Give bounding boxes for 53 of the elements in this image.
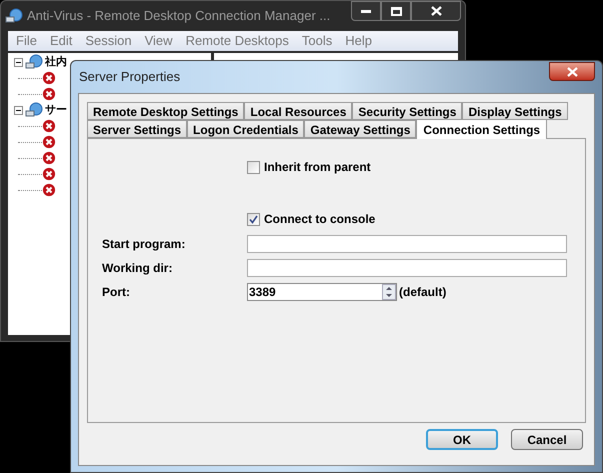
window-title: Anti-Virus - Remote Desktop Connection Manager ... bbox=[27, 7, 330, 26]
tab[interactable]: Security Settings bbox=[352, 102, 462, 120]
network-icon bbox=[25, 102, 43, 118]
menu-item[interactable]: Remote Desktops bbox=[186, 31, 289, 51]
error-icon bbox=[42, 119, 56, 133]
checkbox[interactable] bbox=[247, 212, 260, 226]
checkbox-label: Inherit from parent bbox=[264, 159, 371, 176]
menu-item[interactable]: Tools bbox=[302, 31, 332, 51]
tab[interactable]: Display Settings bbox=[462, 102, 568, 120]
minimize-button[interactable] bbox=[351, 1, 381, 21]
field-label: Start program: bbox=[102, 236, 186, 253]
checkbox[interactable] bbox=[247, 160, 260, 174]
ok-button[interactable]: OK bbox=[426, 429, 498, 450]
error-icon bbox=[42, 183, 56, 197]
error-icon bbox=[42, 151, 56, 165]
tree-item[interactable]: 社内 bbox=[45, 54, 67, 70]
close-button[interactable] bbox=[549, 62, 595, 81]
tab[interactable]: Server Settings bbox=[87, 120, 188, 138]
tab[interactable]: Local Resources bbox=[244, 102, 352, 120]
maximize-button[interactable] bbox=[381, 1, 411, 21]
cancel-button[interactable]: Cancel bbox=[511, 429, 583, 450]
menu-item[interactable]: View bbox=[144, 31, 173, 51]
port-value: 3389 bbox=[249, 284, 276, 301]
expander-icon[interactable] bbox=[14, 58, 23, 66]
field-label: Port: bbox=[102, 284, 131, 301]
tab[interactable]: Remote Desktop Settings bbox=[87, 102, 244, 120]
close-button[interactable] bbox=[411, 1, 461, 21]
network-icon bbox=[5, 8, 23, 24]
expander-icon[interactable] bbox=[14, 106, 23, 114]
tab[interactable]: Gateway Settings bbox=[304, 120, 416, 138]
menu-item[interactable]: Edit bbox=[50, 31, 72, 51]
tab[interactable]: Logon Credentials bbox=[187, 120, 304, 138]
tab[interactable]: Connection Settings bbox=[416, 119, 548, 139]
menu-item[interactable]: File bbox=[16, 31, 37, 51]
error-icon bbox=[42, 71, 56, 85]
field-label: Working dir: bbox=[102, 260, 174, 277]
close-icon bbox=[566, 66, 578, 76]
input-field[interactable] bbox=[247, 259, 567, 277]
menu-item[interactable]: Help bbox=[345, 31, 372, 51]
error-icon bbox=[42, 167, 56, 181]
check-icon bbox=[249, 214, 258, 224]
network-icon bbox=[25, 54, 43, 70]
close-icon bbox=[430, 6, 442, 16]
error-icon bbox=[42, 87, 56, 101]
port-note: (default) bbox=[399, 284, 446, 301]
checkbox-label: Connect to console bbox=[264, 211, 376, 228]
input-field[interactable] bbox=[247, 235, 567, 253]
menu-item[interactable]: Session bbox=[85, 31, 132, 51]
tree-item[interactable]: サー bbox=[45, 102, 67, 118]
dialog-title: Server Properties bbox=[79, 68, 180, 86]
spinner-arrows-icon[interactable] bbox=[382, 284, 396, 300]
error-icon bbox=[42, 135, 56, 149]
port-spinner[interactable]: 3389 bbox=[247, 283, 397, 301]
